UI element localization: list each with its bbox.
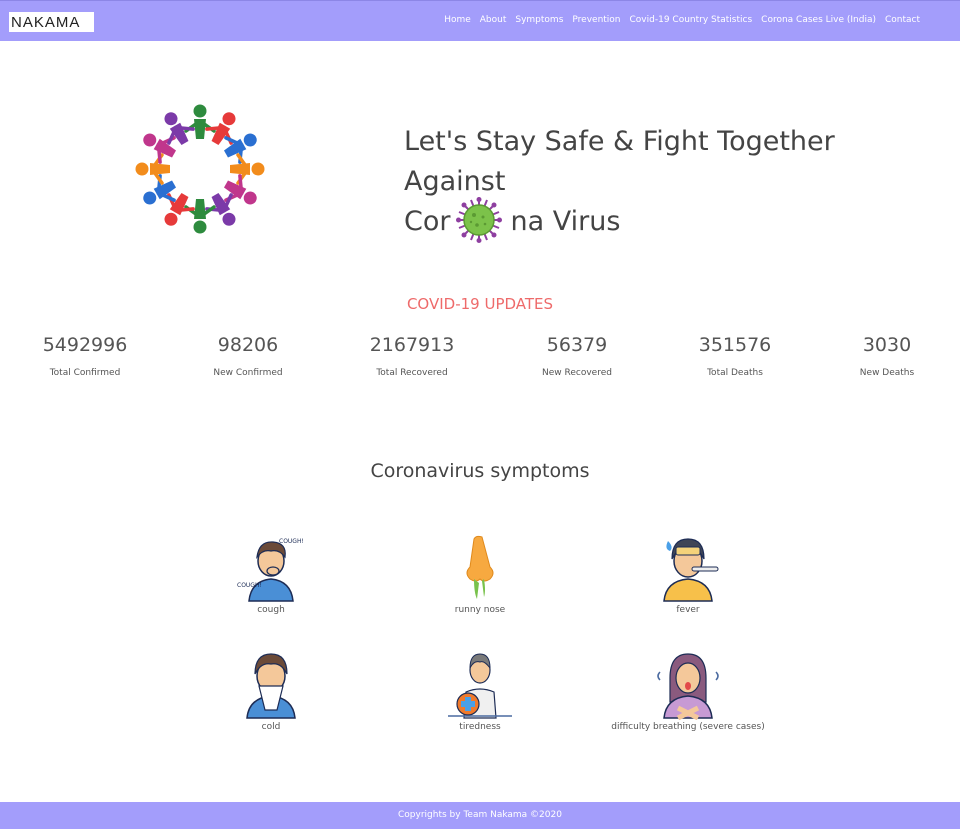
stat-value: 56379 xyxy=(546,334,608,356)
nav-link-live-cases-india[interactable]: Corona Cases Live (India) xyxy=(761,15,876,25)
symptom-label: cold xyxy=(261,722,281,732)
tiredness-icon xyxy=(448,653,512,719)
symptom-label: tiredness xyxy=(459,722,501,732)
stat-total-deaths: 351576 Total Deaths xyxy=(675,334,795,378)
nav-link-contact[interactable]: Contact xyxy=(885,15,920,25)
hero-title-line2-start: Cor xyxy=(404,206,451,237)
brand-logo[interactable]: NAKAMA xyxy=(9,12,94,32)
stat-value: 3030 xyxy=(862,334,912,356)
runny-nose-icon xyxy=(466,535,494,599)
coronavirus-icon xyxy=(456,196,503,243)
hero-title-line2-end: na Virus xyxy=(510,206,621,237)
difficulty-breathing-icon xyxy=(657,653,719,720)
cough-bubble-text: COUGH! xyxy=(237,582,262,589)
symptom-label: difficulty breathing (severe cases) xyxy=(611,722,765,732)
stat-value: 5492996 xyxy=(42,334,128,356)
updates-title: COVID-19 UPDATES xyxy=(406,295,554,313)
stat-new-recovered: 56379 New Recovered xyxy=(517,334,637,378)
hero-title-line1: Let's Stay Safe & Fight Together Against xyxy=(404,126,835,197)
stat-value: 98206 xyxy=(217,334,279,356)
symptom-tiredness: tiredness xyxy=(390,650,570,732)
symptom-label: fever xyxy=(676,605,700,615)
brand-logo-text: NAKAMA xyxy=(11,13,81,31)
navbar: NAKAMA Home About Symptoms Prevention Co… xyxy=(0,0,960,41)
symptom-cough: COUGH! COUGH! cough xyxy=(181,533,361,615)
stat-total-confirmed: 5492996 Total Confirmed xyxy=(25,334,145,378)
nav-link-prevention[interactable]: Prevention xyxy=(572,15,620,25)
cough-bubble-text: COUGH! xyxy=(279,538,304,545)
symptom-fever: fever xyxy=(598,533,778,615)
symptom-cold: cold xyxy=(181,650,361,732)
stat-label: Total Recovered xyxy=(376,368,448,378)
symptom-label: runny nose xyxy=(454,605,506,615)
stat-value: 351576 xyxy=(698,334,772,356)
nav-link-country-statistics[interactable]: Covid-19 Country Statistics xyxy=(630,15,753,25)
stat-label: Total Confirmed xyxy=(49,368,121,378)
stat-label: Total Deaths xyxy=(707,368,763,378)
symptom-label: cough xyxy=(257,605,285,615)
stat-label: New Deaths xyxy=(859,368,915,378)
main-nav: Home About Symptoms Prevention Covid-19 … xyxy=(444,15,920,25)
stat-label: New Confirmed xyxy=(213,368,283,378)
nav-link-symptoms[interactable]: Symptoms xyxy=(515,15,563,25)
copyright-text: Copyrights by Team Nakama ©2020 xyxy=(398,810,562,820)
cough-icon: COUGH! COUGH! xyxy=(237,538,304,602)
symptom-difficulty-breathing: difficulty breathing (severe cases) xyxy=(598,650,778,732)
stat-label: New Recovered xyxy=(542,368,612,378)
hero-title: Let's Stay Safe & Fight Together Against… xyxy=(404,122,924,243)
cold-icon xyxy=(246,653,296,719)
stat-total-recovered: 2167913 Total Recovered xyxy=(352,334,472,378)
stat-new-confirmed: 98206 New Confirmed xyxy=(188,334,308,378)
fever-icon xyxy=(663,538,719,602)
symptoms-title: Coronavirus symptoms xyxy=(370,460,590,482)
symptom-runny-nose: runny nose xyxy=(390,533,570,615)
nav-link-home[interactable]: Home xyxy=(444,15,471,25)
stat-value: 2167913 xyxy=(369,334,455,356)
nav-link-about[interactable]: About xyxy=(480,15,507,25)
stat-new-deaths: 3030 New Deaths xyxy=(827,334,947,378)
footer: Copyrights by Team Nakama ©2020 xyxy=(0,802,960,829)
unity-circle-icon xyxy=(135,104,265,234)
